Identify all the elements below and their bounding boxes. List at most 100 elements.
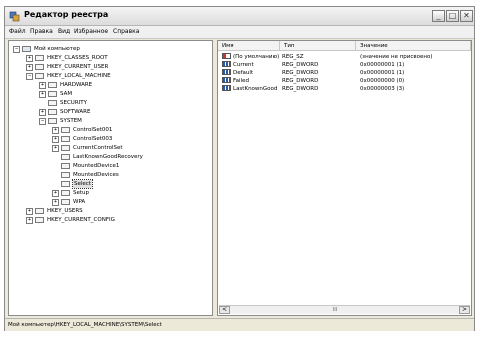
value-type: REG_DWORD (282, 70, 319, 76)
menu-help[interactable]: Справка (113, 28, 139, 35)
folder-icon (48, 118, 57, 124)
status-bar: Мой компьютер\HKEY_LOCAL_MACHINE\SYSTEM\… (5, 318, 474, 331)
folder-icon (48, 91, 57, 97)
folder-icon (35, 217, 44, 223)
menu-bar: Файл Правка Вид Избранное Справка (5, 26, 474, 39)
folder-icon (61, 163, 70, 169)
value-row[interactable]: (По умолчанию) REG_SZ (значение не присвое… (220, 53, 470, 61)
tree-node-label: SAM (60, 91, 73, 97)
value-value: 0x00000003 (3) (360, 86, 405, 92)
value-name: Current (233, 62, 254, 68)
tree-node-label: WPA (73, 199, 86, 205)
expand-icon[interactable]: + (39, 82, 46, 89)
folder-icon (61, 145, 70, 151)
menu-view[interactable]: Вид (58, 28, 70, 35)
tree-node-label: Мой компьютер (34, 46, 80, 52)
value-name: LastKnownGood (233, 86, 278, 92)
value-name: Default (233, 70, 254, 76)
folder-icon (48, 100, 57, 106)
scroll-thumb-grip[interactable]: III (329, 306, 341, 314)
scroll-right-button[interactable]: > (459, 306, 470, 314)
folder-icon (35, 73, 44, 79)
column-type[interactable]: Тип (280, 41, 356, 51)
expand-icon[interactable]: + (39, 91, 46, 98)
collapse-icon[interactable]: − (39, 118, 46, 125)
value-row[interactable]: Default REG_DWORD 0x00000001 (1) (220, 69, 470, 77)
folder-icon (61, 190, 70, 196)
menu-edit[interactable]: Правка (30, 28, 53, 35)
tree-node-label: HKEY_USERS (47, 208, 83, 214)
value-value: (значение не присвоено) (360, 54, 433, 60)
collapse-icon[interactable]: − (26, 73, 33, 80)
value-type: REG_SZ (282, 54, 304, 60)
string-value-icon (222, 53, 231, 59)
close-button[interactable]: ✕ (460, 10, 473, 22)
tree-node-label: HKEY_CURRENT_USER (47, 64, 109, 70)
maximize-button[interactable]: □ (446, 10, 459, 22)
dword-value-icon (222, 69, 231, 75)
folder-icon (61, 127, 70, 133)
tree-node-label: HKEY_LOCAL_MACHINE (47, 73, 111, 79)
tree-node-label: Select (72, 179, 93, 189)
folder-icon (61, 172, 70, 178)
expand-icon[interactable]: + (52, 136, 59, 143)
tree-node-label: CurrentControlSet (73, 145, 123, 151)
dword-value-icon (222, 61, 231, 67)
value-row[interactable]: LastKnownGood REG_DWORD 0x00000003 (3) (220, 85, 470, 93)
tree-node-label: MountedDevice1 (73, 163, 120, 169)
values-list[interactable]: Имя Тип Значение (По умолчанию) REG_SZ (зн… (217, 40, 472, 316)
expand-icon[interactable]: + (52, 199, 59, 206)
column-value[interactable]: Значение (356, 41, 471, 51)
tree-node-label: ControlSet003 (73, 136, 113, 142)
collapse-icon[interactable]: − (13, 46, 20, 53)
tree-node-label: SYSTEM (60, 118, 82, 124)
value-type: REG_DWORD (282, 78, 319, 84)
value-type: REG_DWORD (282, 86, 319, 92)
tree-node-label: HKEY_CURRENT_CONFIG (47, 217, 115, 223)
expand-icon[interactable]: + (26, 208, 33, 215)
tree-node-label: SECURITY (60, 100, 87, 106)
expand-icon[interactable]: + (26, 64, 33, 71)
expand-icon[interactable]: + (26, 217, 33, 224)
folder-icon (35, 55, 44, 61)
tree-node-label: HARDWARE (60, 82, 93, 88)
expand-icon[interactable]: + (39, 109, 46, 116)
value-name: Failed (233, 78, 249, 84)
folder-icon (35, 208, 44, 214)
expand-icon[interactable]: + (26, 55, 33, 62)
folder-icon (35, 64, 44, 70)
tree-node-label: SOFTWARE (60, 109, 91, 115)
value-value: 0x00000001 (1) (360, 62, 405, 68)
menu-favorites[interactable]: Избранное (74, 28, 108, 35)
minimize-button[interactable]: _ (432, 10, 445, 22)
title-bar[interactable]: Редактор реестра _ □ ✕ (5, 7, 474, 26)
expand-icon[interactable]: + (52, 127, 59, 134)
column-name[interactable]: Имя (218, 41, 280, 51)
window-title: Редактор реестра (24, 10, 109, 19)
value-value: 0x00000000 (0) (360, 78, 405, 84)
status-path: Мой компьютер\HKEY_LOCAL_MACHINE\SYSTEM\… (8, 322, 162, 328)
tree-node-label: HKEY_CLASSES_ROOT (47, 55, 108, 61)
folder-icon (48, 82, 57, 88)
registry-tree[interactable]: − Мой компьютер + HKEY_CLASSES_ROOT + HKEY_CU… (8, 40, 213, 316)
dword-value-icon (222, 77, 231, 83)
value-name: (По умолчанию) (233, 54, 280, 60)
horizontal-scrollbar[interactable]: < III > (219, 305, 470, 314)
value-row[interactable]: Failed REG_DWORD 0x00000000 (0) (220, 77, 470, 85)
expand-icon[interactable]: + (52, 145, 59, 152)
scroll-left-button[interactable]: < (219, 306, 230, 314)
value-row[interactable]: Current REG_DWORD 0x00000001 (1) (220, 61, 470, 69)
expand-icon[interactable]: + (52, 190, 59, 197)
folder-icon (61, 199, 70, 205)
value-type: REG_DWORD (282, 62, 319, 68)
folder-icon (61, 136, 70, 142)
tree-node-label: LastKnownGoodRecovery (73, 154, 143, 160)
menu-file[interactable]: Файл (9, 28, 26, 35)
tree-node-label: ControlSet001 (73, 127, 113, 133)
dword-value-icon (222, 85, 231, 91)
tree-node-label: MountedDevices (73, 172, 119, 178)
folder-icon (61, 154, 70, 160)
registry-editor-icon (9, 11, 20, 22)
tree-node-label: Setup (73, 190, 90, 196)
computer-icon (22, 46, 31, 52)
